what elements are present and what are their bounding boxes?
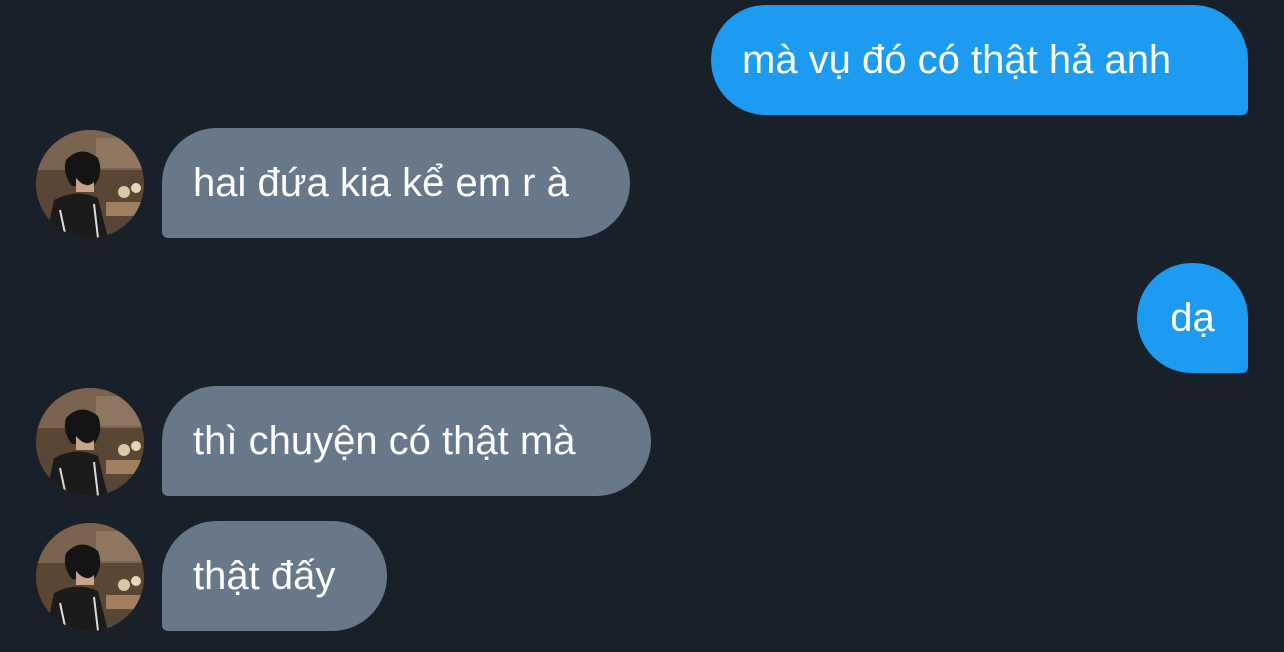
avatar[interactable]: [36, 523, 144, 631]
message-bubble-received[interactable]: hai đứa kia kể em r à: [162, 128, 630, 238]
message-bubble-sent[interactable]: mà vụ đó có thật hả anh: [711, 5, 1248, 115]
avatar-icon: [36, 523, 144, 631]
message-bubble-sent[interactable]: dạ: [1137, 263, 1248, 373]
avatar[interactable]: [36, 388, 144, 496]
message-text: dạ: [1170, 296, 1215, 340]
avatar-icon: [36, 388, 144, 496]
avatar-icon: [36, 130, 144, 238]
message-bubble-received[interactable]: thì chuyện có thật mà: [162, 386, 651, 496]
message-text: hai đứa kia kể em r à: [193, 161, 569, 205]
message-bubble-received[interactable]: thật đấy: [162, 521, 387, 631]
avatar[interactable]: [36, 130, 144, 238]
message-text: mà vụ đó có thật hả anh: [742, 38, 1172, 82]
chat-thread: mà vụ đó có thật hả anh hai đứa kia kể e…: [0, 0, 1284, 652]
message-text: thật đấy: [193, 554, 336, 598]
message-text: thì chuyện có thật mà: [193, 419, 576, 463]
